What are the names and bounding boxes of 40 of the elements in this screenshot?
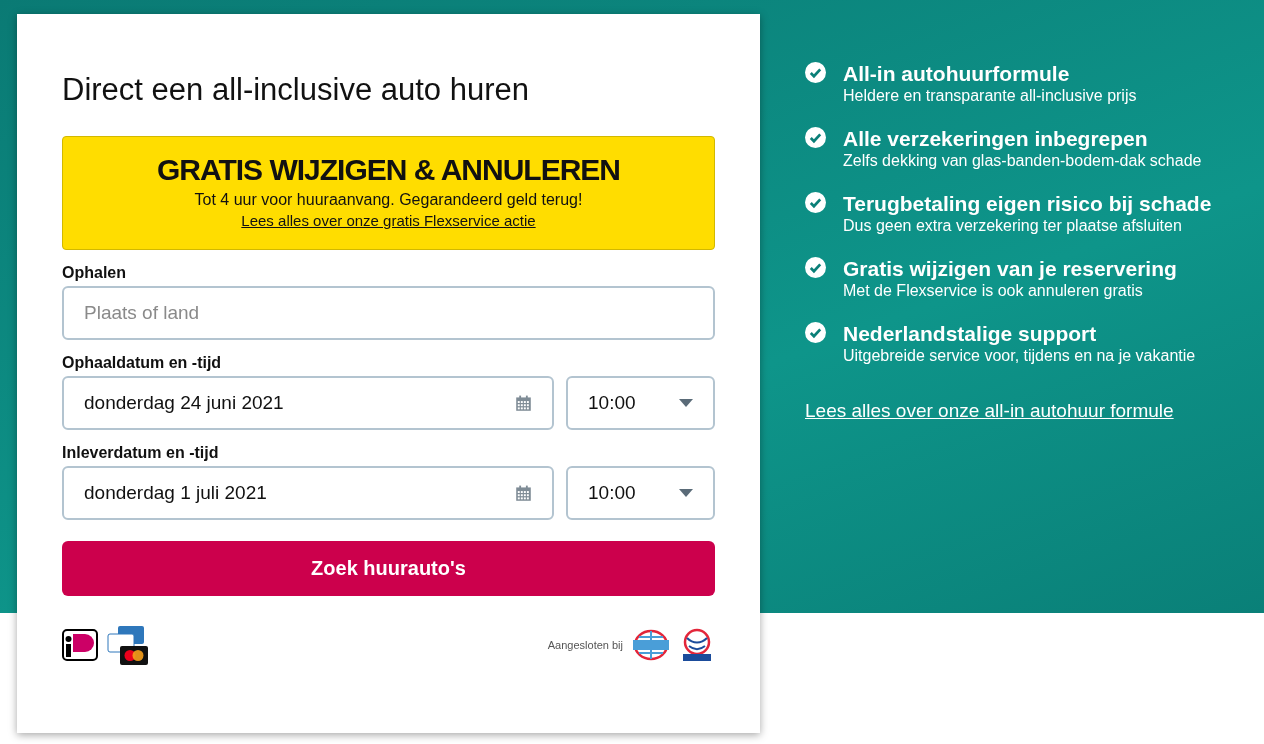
time-value: 10:00 xyxy=(588,482,636,504)
time-select[interactable]: 10:00 xyxy=(566,466,715,520)
date-field[interactable]: donderdag 24 juni 2021 xyxy=(62,376,554,430)
caret-icon xyxy=(679,489,693,497)
benefit-text: Uitgebreide service voor, tijdens en na je vakantie xyxy=(843,346,1196,366)
search-button[interactable]: Zoek huurauto's xyxy=(62,541,715,596)
time-select[interactable]: 10:00 xyxy=(566,376,715,430)
benefit-title: Alle verzekeringen inbegrepen xyxy=(843,127,1149,151)
check-icon xyxy=(805,192,826,213)
benefit-text: Zelfs dekking van glas-banden-bodem-dak schade xyxy=(843,151,1202,171)
time-value: 10:00 xyxy=(588,392,636,414)
location-field[interactable]: Plaats of land xyxy=(62,286,715,340)
calendar-icon xyxy=(515,394,532,412)
check-icon xyxy=(805,257,826,278)
benefit-text: Met de Flexservice is ook annuleren gratis xyxy=(843,281,1144,301)
check-icon xyxy=(805,322,826,343)
benefit-text: Dus geen extra verzekering ter plaatse afsluiten xyxy=(843,216,1183,236)
promo-heading: GRATIS WIJZIGEN & ANNULEREN xyxy=(157,153,620,187)
info-link[interactable]: Lees alles over onze all-in autohuur formule xyxy=(805,400,1212,422)
payment-logo-icon xyxy=(62,629,98,661)
field-label: Ophalen xyxy=(62,264,127,282)
benefit-text: Heldere en transparante all-inclusive prijs xyxy=(843,86,1137,106)
check-icon xyxy=(805,127,826,148)
benefit-title: Gratis wijzigen van je reservering xyxy=(843,257,1177,281)
benefit-title: Terugbetaling eigen risico bij schade xyxy=(843,192,1212,216)
affiliated-label: Aangesloten bij xyxy=(547,639,623,651)
field-label: Ophaaldatum en -tijd xyxy=(62,354,223,372)
field-label: Inleverdatum en -tijd xyxy=(62,444,220,462)
promo-link[interactable]: Lees alles over onze gratis Flexservice actie xyxy=(241,212,536,229)
form-title: Direct een all-inclusive auto huren xyxy=(62,74,530,105)
benefit-title: All-in autohuurformule xyxy=(843,62,1071,86)
promo-text: Tot 4 uur voor huuraanvang. Gegarandeerd geld terug! xyxy=(194,191,583,209)
date-field[interactable]: donderdag 1 juli 2021 xyxy=(62,466,554,520)
benefit-title: Nederlandstalige support xyxy=(843,322,1098,346)
caret-icon xyxy=(679,399,693,407)
date-value: donderdag 24 juni 2021 xyxy=(84,392,284,414)
check-icon xyxy=(805,62,826,83)
date-value: donderdag 1 juli 2021 xyxy=(84,482,267,504)
calendar-icon xyxy=(515,484,532,502)
credit-cards-icon xyxy=(106,624,150,666)
